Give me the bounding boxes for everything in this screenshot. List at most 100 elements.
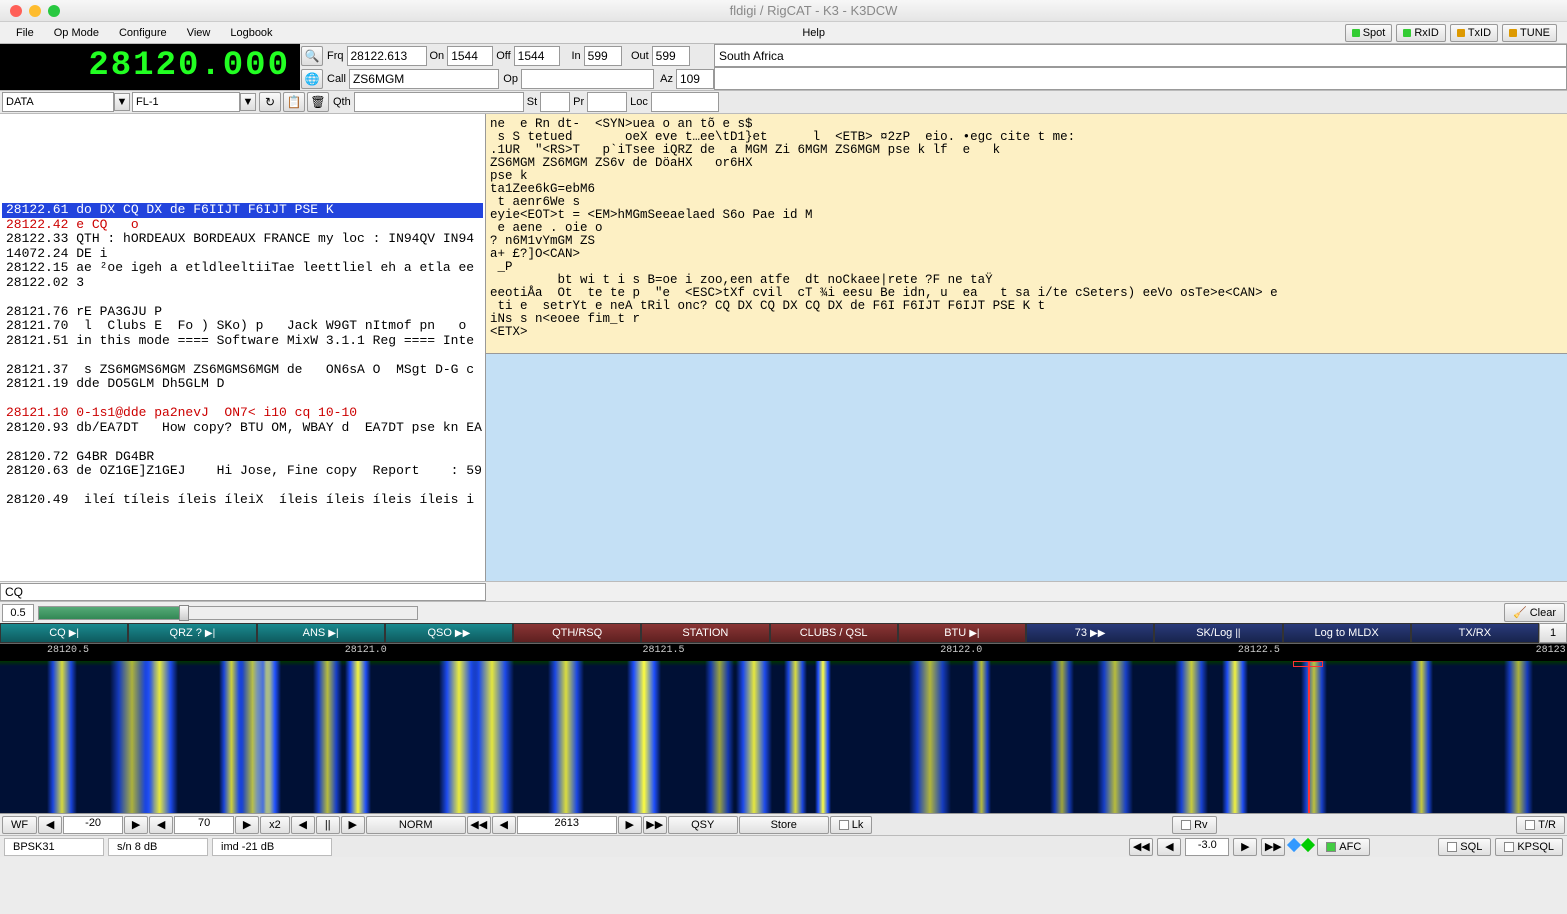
menu-help[interactable]: Help [792, 24, 835, 42]
menu-file[interactable]: File [6, 24, 44, 42]
call-lookup-icon[interactable]: 🌐 [301, 69, 323, 89]
fast-right[interactable]: ▶▶ [643, 816, 667, 834]
signal-line[interactable] [2, 160, 483, 175]
tune-right-icon[interactable] [1303, 840, 1313, 853]
menu-logbook[interactable]: Logbook [220, 24, 282, 42]
minimize-icon[interactable] [29, 5, 41, 17]
off-input[interactable] [514, 46, 560, 66]
receive-text[interactable]: ne e Rn dt- <SYN>uea o an tõ e s$ s S te… [486, 114, 1567, 354]
signal-line[interactable]: 28121.19 dde DO5GLM Dh5GLM D [2, 377, 483, 392]
signal-line[interactable]: 28122.02 3 [2, 276, 483, 291]
cq-indicator[interactable] [0, 583, 486, 601]
pause-button[interactable]: || [316, 816, 340, 834]
wf-range-button[interactable]: NORM [366, 816, 466, 834]
signal-line[interactable]: 28122.33 QTH : hORDEAUX BORDEAUX FRANCE … [2, 232, 483, 247]
signal-line[interactable]: 14072.24 DE i [2, 247, 483, 262]
sql-check[interactable]: SQL [1438, 838, 1491, 856]
macro-7[interactable]: BTU▶| [898, 623, 1026, 643]
az-input[interactable] [676, 69, 714, 89]
signal-line[interactable] [2, 479, 483, 494]
tune-button[interactable]: TUNE [1502, 24, 1557, 42]
loc-input[interactable] [651, 92, 719, 112]
signal-line[interactable]: 28121.51 in this mode ==== Software MixW… [2, 334, 483, 349]
macro-10[interactable]: Log to MLDX [1283, 623, 1411, 643]
offset-fast-right[interactable]: ▶▶ [1261, 838, 1285, 856]
rxid-button[interactable]: RxID [1396, 24, 1445, 42]
waterfall[interactable] [0, 661, 1567, 813]
frq-lookup-icon[interactable]: 🔍 [301, 46, 323, 66]
signal-line[interactable]: 28121.70 l Clubs E Fo ) SKo) p Jack W9GT… [2, 319, 483, 334]
kpsql-check[interactable]: KPSQL [1495, 838, 1563, 856]
signal-line[interactable]: 28121.76 rE PA3GJU P [2, 305, 483, 320]
rv-check[interactable]: Rv [1172, 816, 1216, 834]
frequency-display[interactable]: 28120.000 [0, 44, 300, 90]
menu-view[interactable]: View [177, 24, 221, 42]
macro-1[interactable]: QRZ ?▶| [128, 623, 256, 643]
contrast-right[interactable]: ▶ [235, 816, 259, 834]
afc-check[interactable]: AFC [1317, 838, 1370, 856]
signal-line[interactable]: 28120.72 G4BR DG4BR [2, 450, 483, 465]
lk-check[interactable]: Lk [830, 816, 873, 834]
frq-input[interactable] [347, 46, 427, 66]
wf-mode-button[interactable]: WF [2, 816, 37, 834]
qsy-button[interactable]: QSY [668, 816, 738, 834]
frequency-scale[interactable]: 28120.528121.028121.528122.028122.528123… [0, 643, 1567, 661]
signal-line[interactable] [2, 116, 483, 131]
offset-left[interactable]: ◀ [1157, 838, 1181, 856]
signal-line[interactable]: 28121.37 s ZS6MGMS6MGM ZS6MGMS6MGM de ON… [2, 363, 483, 378]
brightness-value[interactable]: -20 [63, 816, 123, 834]
op-input[interactable] [521, 69, 654, 89]
mode-select-arrow[interactable]: ▼ [114, 93, 130, 111]
qth-input[interactable] [354, 92, 524, 112]
macro-9[interactable]: SK/Log|| [1154, 623, 1282, 643]
signal-line[interactable] [2, 348, 483, 363]
menu-opmode[interactable]: Op Mode [44, 24, 109, 42]
signal-line[interactable] [2, 435, 483, 450]
contrast-value[interactable]: 70 [174, 816, 234, 834]
signal-line[interactable]: 28120.93 db/EA7DT How copy? BTU OM, WBAY… [2, 421, 483, 436]
step-left[interactable]: ◀ [492, 816, 516, 834]
signal-line[interactable] [2, 145, 483, 160]
squelch-slider[interactable] [38, 606, 418, 620]
scroll-right[interactable]: ▶ [341, 816, 365, 834]
clear-log-icon[interactable]: 🗑 [307, 92, 329, 112]
signal-line[interactable]: 28122.61 do DX CQ DX de F6IIJT F6IJT PSE… [2, 203, 483, 218]
save-log-icon[interactable]: 📋 [283, 92, 305, 112]
status-mode[interactable]: BPSK31 [4, 838, 104, 856]
macro-11[interactable]: TX/RX [1411, 623, 1539, 643]
mode-select[interactable]: DATA [2, 92, 114, 112]
close-icon[interactable] [10, 5, 22, 17]
macro-6[interactable]: CLUBS / QSL [770, 623, 898, 643]
macro-5[interactable]: STATION [641, 623, 769, 643]
notes-input[interactable] [714, 44, 1567, 67]
macro-0[interactable]: CQ▶| [0, 623, 128, 643]
tr-check[interactable]: T/R [1516, 816, 1565, 834]
offset-fast-left[interactable]: ◀◀ [1129, 838, 1153, 856]
signal-line[interactable] [2, 290, 483, 305]
offset-value[interactable]: -3.0 [1185, 838, 1229, 856]
contrast-left[interactable]: ◀ [149, 816, 173, 834]
offset-right[interactable]: ▶ [1233, 838, 1257, 856]
pr-input[interactable] [587, 92, 627, 112]
macro-page[interactable]: 1 [1539, 623, 1567, 643]
on-input[interactable] [447, 46, 493, 66]
signal-line[interactable] [2, 174, 483, 189]
tune-left-icon[interactable] [1289, 840, 1299, 853]
st-input[interactable] [540, 92, 570, 112]
brightness-left[interactable]: ◀ [38, 816, 62, 834]
fast-left[interactable]: ◀◀ [467, 816, 491, 834]
signal-line[interactable]: 28121.10 0-1s1@dde pa2nevJ ON7< i10 cq 1… [2, 406, 483, 421]
spot-button[interactable]: Spot [1345, 24, 1393, 42]
scroll-left[interactable]: ◀ [291, 816, 315, 834]
signal-line[interactable]: 28120.63 de OZ1GE]Z1GEJ Hi Jose, Fine co… [2, 464, 483, 479]
call-input[interactable] [349, 69, 499, 89]
macro-8[interactable]: 73▶▶ [1026, 623, 1154, 643]
signal-line[interactable] [2, 189, 483, 204]
store-button[interactable]: Store [739, 816, 829, 834]
filter-select-arrow[interactable]: ▼ [240, 93, 256, 111]
signal-line[interactable] [2, 392, 483, 407]
signal-line[interactable] [2, 131, 483, 146]
filter-select[interactable]: FL-1 [132, 92, 240, 112]
notes2-input[interactable] [714, 67, 1567, 90]
browser-panel[interactable]: 28122.61 do DX CQ DX de F6IIJT F6IJT PSE… [0, 114, 486, 581]
